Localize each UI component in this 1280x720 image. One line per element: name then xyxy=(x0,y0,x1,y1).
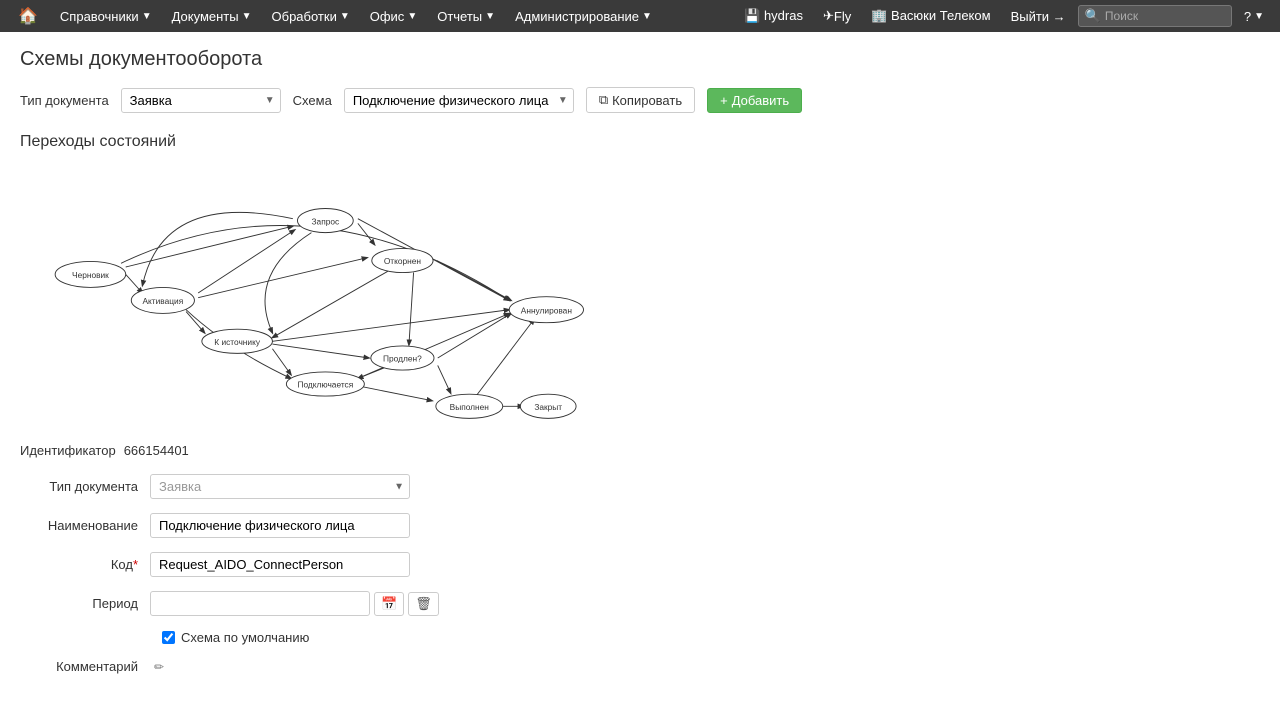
identifier-label: Идентификатор xyxy=(20,443,116,458)
form-name-input[interactable] xyxy=(150,513,410,538)
doc-type-select[interactable]: Заявка xyxy=(121,88,281,113)
svg-text:Активация: Активация xyxy=(142,296,183,306)
svg-text:Откорнен: Откорнен xyxy=(384,256,422,266)
schema-label: Схема xyxy=(293,93,332,108)
form-code-input[interactable] xyxy=(150,552,410,577)
svg-text:Запрос: Запрос xyxy=(312,216,340,226)
toolbar-row: Тип документа Заявка ▼ Схема Подключение… xyxy=(20,87,1260,113)
form-section: Идентификатор 666154401 Тип документа За… xyxy=(20,443,1260,674)
svg-text:К источнику: К источнику xyxy=(214,337,261,347)
nav-logout[interactable]: Выйти → xyxy=(1003,9,1074,24)
svg-text:Выполнен: Выполнен xyxy=(450,402,490,412)
form-code-label: Код* xyxy=(20,557,150,572)
form-comment-row: Комментарий ✏ xyxy=(20,659,1260,674)
doc-type-label: Тип документа xyxy=(20,93,109,108)
comment-edit-icon[interactable]: ✏ xyxy=(154,660,164,674)
identifier-row: Идентификатор 666154401 xyxy=(20,443,1260,458)
form-comment-label: Комментарий xyxy=(20,659,150,674)
required-asterisk: * xyxy=(133,557,138,572)
svg-text:Закрыт: Закрыт xyxy=(534,402,562,412)
svg-text:Аннулирован: Аннулирован xyxy=(521,305,573,315)
schema-select[interactable]: Подключение физического лица xyxy=(344,88,574,113)
search-box[interactable]: 🔍 xyxy=(1078,5,1232,27)
identifier-value: 666154401 xyxy=(124,443,189,458)
svg-text:Черновик: Черновик xyxy=(72,270,109,280)
navbar: 🏠 Тип документа Справочники ▼ Документы … xyxy=(0,0,1280,32)
default-schema-row: Схема по умолчанию xyxy=(162,630,1260,645)
form-code-row: Код* xyxy=(20,552,1260,577)
default-schema-checkbox[interactable] xyxy=(162,631,175,644)
nav-hydras[interactable]: 💾 hydras xyxy=(736,8,811,24)
form-doc-type-label: Тип документа xyxy=(20,479,150,494)
copy-button[interactable]: ⧉ Копировать xyxy=(586,87,695,113)
copy-icon: ⧉ xyxy=(599,92,608,108)
nav-processing[interactable]: Обработки ▼ xyxy=(264,0,358,32)
search-icon: 🔍 xyxy=(1085,8,1101,24)
form-period-label: Период xyxy=(20,596,150,611)
help-button[interactable]: ? ▼ xyxy=(1236,9,1272,24)
add-icon: + xyxy=(720,93,728,108)
nav-fly[interactable]: ✈ Fly xyxy=(815,8,859,24)
form-doc-type-row: Тип документа Заявка ▼ xyxy=(20,474,1260,499)
form-name-label: Наименование xyxy=(20,518,150,533)
form-period-row: Период 📅 🗑 xyxy=(20,591,1260,616)
clear-date-button[interactable]: 🗑 xyxy=(408,592,439,616)
transitions-heading: Переходы состояний xyxy=(20,133,1260,151)
period-controls: 📅 🗑 xyxy=(150,591,439,616)
nav-company[interactable]: 🏢 Васюки Телеком xyxy=(863,8,998,24)
form-period-input[interactable] xyxy=(150,591,370,616)
trash-icon: 🗑 xyxy=(415,596,432,611)
form-doc-type-select-wrapper: Заявка ▼ xyxy=(150,474,410,499)
calendar-button[interactable]: 📅 xyxy=(374,592,404,616)
nav-reports[interactable]: Отчеты ▼ xyxy=(429,0,503,32)
calendar-icon: 📅 xyxy=(381,596,397,611)
schema-select-wrapper: Подключение физического лица ▼ xyxy=(344,88,574,113)
navbar-right: 💾 hydras ✈ Fly 🏢 Васюки Телеком Выйти → … xyxy=(736,5,1272,27)
form-doc-type-select[interactable]: Заявка xyxy=(150,474,410,499)
main-content: Схемы документооборота Тип документа Зая… xyxy=(0,32,1280,704)
nav-administration[interactable]: Администрирование ▼ xyxy=(507,0,660,32)
form-name-row: Наименование xyxy=(20,513,1260,538)
page-title: Схемы документооборота xyxy=(20,48,1260,71)
search-input[interactable] xyxy=(1105,9,1225,23)
home-button[interactable]: 🏠 xyxy=(8,0,48,32)
svg-text:Продлен?: Продлен? xyxy=(383,354,422,364)
nav-references[interactable]: Тип документа Справочники ▼ xyxy=(52,0,160,32)
add-button[interactable]: + Добавить xyxy=(707,88,802,113)
default-schema-label: Схема по умолчанию xyxy=(181,630,309,645)
graph-container: Черновик Активация Запрос Откорнен К ист… xyxy=(20,163,640,423)
doc-type-select-wrapper: Заявка ▼ xyxy=(121,88,281,113)
nav-office[interactable]: Офис ▼ xyxy=(362,0,425,32)
state-diagram: Черновик Активация Запрос Откорнен К ист… xyxy=(20,163,640,423)
nav-documents[interactable]: Документы ▼ xyxy=(164,0,260,32)
svg-text:Подключается: Подключается xyxy=(297,380,353,390)
